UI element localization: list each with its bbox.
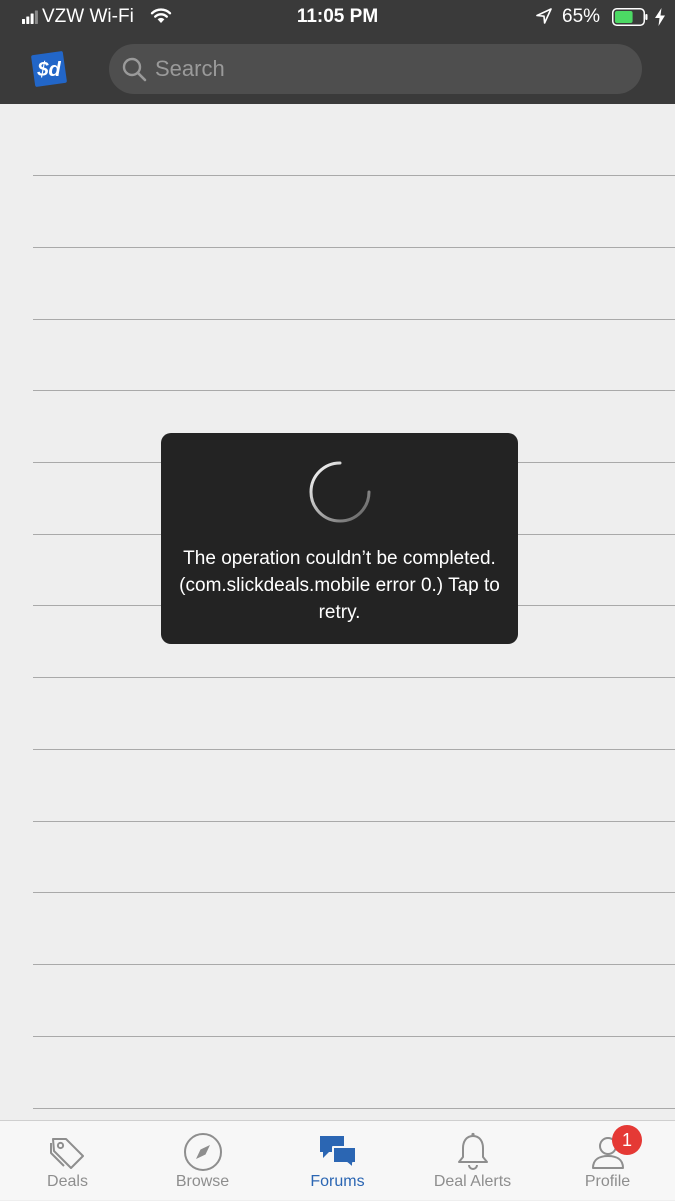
row-divider xyxy=(33,1108,675,1109)
row-divider xyxy=(33,964,675,965)
profile-notification-badge: 1 xyxy=(612,1125,642,1155)
row-divider xyxy=(33,821,675,822)
tab-label: Forums xyxy=(310,1173,365,1190)
tab-profile[interactable]: Profile xyxy=(540,1121,675,1201)
tab-deals[interactable]: Deals xyxy=(0,1121,135,1201)
loading-spinner-icon xyxy=(309,461,371,523)
slickdeals-logo[interactable]: $d xyxy=(30,50,68,88)
battery-percent: 65% xyxy=(562,6,601,27)
search-input[interactable] xyxy=(155,44,625,94)
tab-deal-alerts[interactable]: Deal Alerts xyxy=(405,1121,540,1201)
error-message: The operation couldn’t be completed. (co… xyxy=(179,548,500,623)
tab-label: Browse xyxy=(175,1173,230,1190)
chat-bubbles-icon xyxy=(320,1136,357,1169)
status-bar: VZW Wi-Fi 11:05 PM 65% xyxy=(0,0,675,36)
tab-forums[interactable]: Forums xyxy=(270,1121,405,1201)
search-icon xyxy=(122,57,147,82)
row-divider xyxy=(33,175,675,176)
row-divider xyxy=(33,247,675,248)
bell-icon xyxy=(458,1132,488,1170)
tag-icon xyxy=(50,1138,84,1169)
location-arrow-icon xyxy=(536,8,552,24)
row-divider xyxy=(33,319,675,320)
search-bar[interactable] xyxy=(109,44,642,94)
tab-browse[interactable]: Browse xyxy=(135,1121,270,1201)
tab-bar: Deals Browse Forums Deal Alerts Profile xyxy=(0,1120,675,1200)
row-divider xyxy=(33,892,675,893)
row-divider xyxy=(33,1036,675,1037)
tab-label: Deals xyxy=(47,1173,88,1190)
app-header: VZW Wi-Fi 11:05 PM 65% $d xyxy=(0,0,675,104)
tab-label: Profile xyxy=(584,1173,631,1190)
tab-label: Deal Alerts xyxy=(433,1173,512,1190)
error-toast[interactable]: The operation couldn’t be completed. (co… xyxy=(161,433,518,644)
row-divider xyxy=(33,749,675,750)
battery-icon xyxy=(612,8,648,26)
row-divider xyxy=(33,677,675,678)
logo-text: $d xyxy=(36,59,61,81)
compass-icon xyxy=(184,1133,222,1171)
row-divider xyxy=(33,390,675,391)
charging-bolt-icon xyxy=(655,8,665,26)
